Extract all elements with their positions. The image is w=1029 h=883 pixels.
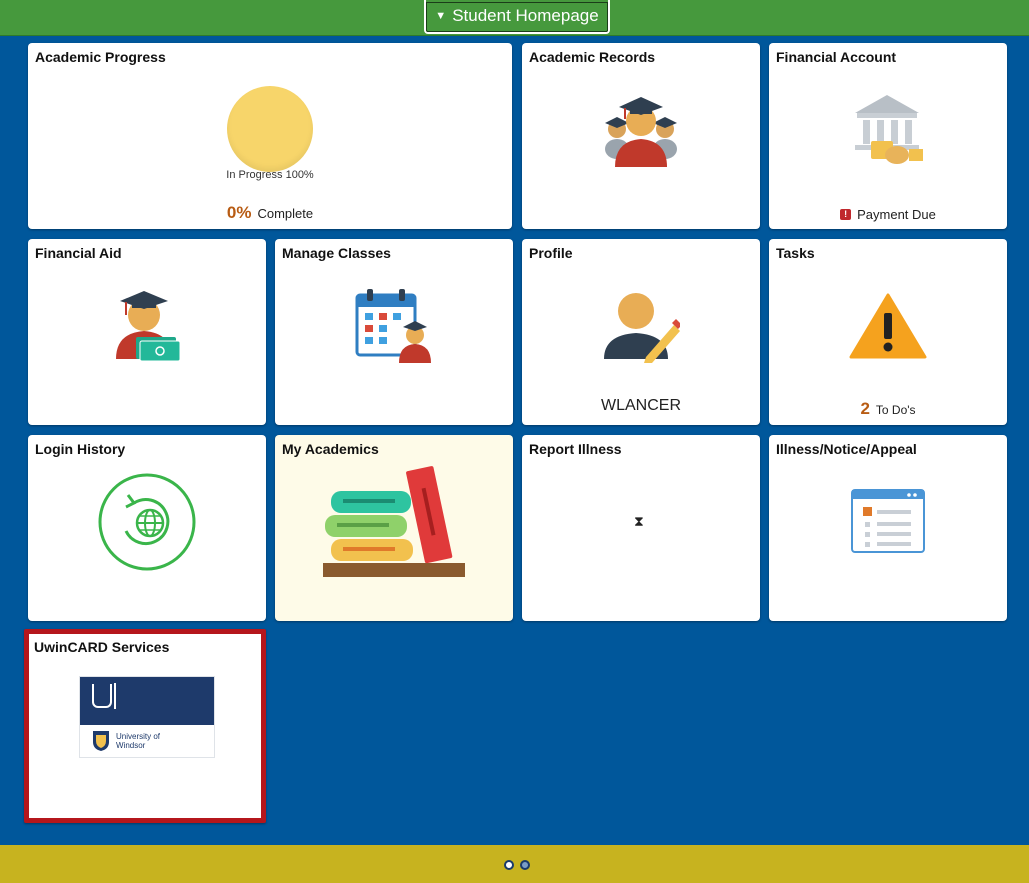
todo-summary: 2 To Do's — [769, 399, 1007, 419]
tile-title: My Academics — [282, 441, 379, 457]
form-window-icon — [851, 489, 925, 553]
alert-icon: ! — [840, 209, 852, 220]
profile-username: WLANCER — [600, 397, 681, 414]
tile-title: Financial Aid — [35, 245, 122, 261]
tile-manage-classes[interactable]: Manage Classes — [275, 239, 513, 425]
tile-title: UwinCARD Services — [34, 639, 170, 655]
page-dot-2[interactable] — [520, 860, 530, 870]
bank-icon — [855, 95, 923, 164]
payment-due-label: Payment Due — [857, 207, 936, 222]
homepage-selector-button[interactable]: ▼ Student Homepage — [424, 0, 610, 34]
books-icon — [323, 466, 465, 577]
calendar-icon — [355, 289, 431, 363]
todo-label: To Do's — [875, 403, 916, 417]
tile-financial-aid[interactable]: Financial Aid — [28, 239, 266, 425]
graduates-icon — [605, 97, 677, 167]
crest-icon — [93, 731, 109, 751]
footer-bar — [0, 845, 1029, 883]
complete-label: Complete — [257, 206, 314, 221]
tile-profile[interactable]: Profile WLANCER — [522, 239, 760, 425]
tile-title: Academic Records — [529, 49, 656, 65]
hourglass-loading-icon: ⧗ — [634, 513, 644, 529]
tile-title: Login History — [35, 441, 126, 457]
tile-title: Report Illness — [529, 441, 622, 457]
caret-down-icon: ▼ — [435, 10, 447, 22]
tile-title: Academic Progress — [35, 49, 166, 65]
page-dot-1[interactable] — [504, 860, 514, 870]
tile-my-academics[interactable]: My Academics — [275, 435, 513, 621]
tile-uwincard-services[interactable]: UwinCARD Services University of Windsor — [24, 629, 266, 823]
uwin-logo-banner — [80, 677, 214, 725]
tile-tasks[interactable]: Tasks 2 To Do's — [769, 239, 1007, 425]
complete-percent: 0% — [226, 203, 252, 222]
payment-due-status: ! Payment Due — [769, 207, 1007, 222]
financial-aid-icon — [116, 291, 181, 362]
tile-academic-records[interactable]: Academic Records — [522, 43, 760, 229]
uwin-u-mark — [92, 684, 112, 708]
tile-title: Manage Classes — [282, 245, 391, 261]
progress-donut — [227, 86, 313, 172]
tile-academic-progress[interactable]: Academic Progress In Progress 100% 0% Com… — [28, 43, 512, 229]
profile-edit-icon — [604, 293, 680, 363]
tile-title: Profile — [529, 245, 573, 261]
tile-title: Financial Account — [776, 49, 897, 65]
header-bar: ▼ Student Homepage — [0, 0, 1029, 36]
tile-title: Illness/Notice/Appeal — [776, 441, 917, 457]
uwin-logo: University of Windsor — [79, 676, 215, 758]
globe-history-icon — [98, 473, 196, 571]
warning-icon — [849, 293, 927, 359]
tile-illness-notice-appeal[interactable]: Illness/Notice/Appeal — [769, 435, 1007, 621]
tile-title: Tasks — [776, 245, 815, 261]
tile-login-history[interactable]: Login History — [28, 435, 266, 621]
uwin-logo-footer: University of Windsor — [80, 725, 214, 757]
todo-count: 2 — [860, 399, 870, 418]
tile-financial-account[interactable]: Financial Account ! Payment Due — [769, 43, 1007, 229]
uwin-logo-text: University of Windsor — [116, 732, 161, 750]
complete-summary: 0% Complete — [28, 203, 512, 223]
tile-report-illness[interactable]: Report Illness ⧗ — [522, 435, 760, 621]
homepage-title: Student Homepage — [452, 6, 599, 25]
in-progress-label: In Progress 100% — [226, 169, 314, 181]
